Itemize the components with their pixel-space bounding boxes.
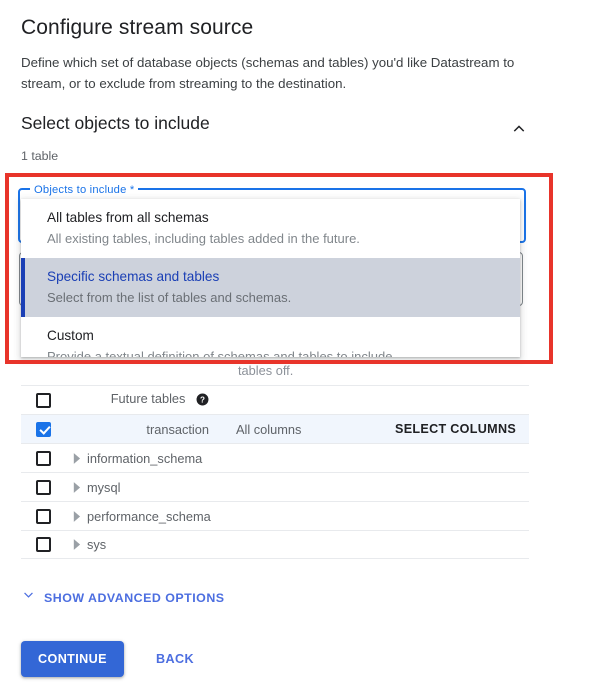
section-title: Select objects to include xyxy=(21,113,210,133)
dropdown-option-all-tables[interactable]: All tables from all schemas All existing… xyxy=(21,199,520,258)
chevron-up-icon[interactable] xyxy=(507,116,531,140)
table-row[interactable]: sys xyxy=(21,530,529,559)
checkbox-unchecked-icon xyxy=(35,392,51,408)
row-checkbox[interactable] xyxy=(21,508,65,524)
dropdown-option-custom[interactable]: Custom Provide a textual definition of s… xyxy=(21,317,520,357)
dropdown-option-label: Specific schemas and tables xyxy=(47,269,220,284)
row-checkbox[interactable] xyxy=(21,479,65,495)
dropdown-option-description: All existing tables, including tables ad… xyxy=(47,231,360,246)
row-name-label: sys xyxy=(87,537,107,552)
expand-arrow-icon[interactable] xyxy=(65,481,87,493)
row-checkbox[interactable] xyxy=(21,392,65,408)
objects-to-include-dropdown-menu[interactable]: All tables from all schemas All existing… xyxy=(21,199,520,357)
row-name-label: performance_schema xyxy=(87,508,211,524)
objects-to-include-label: Objects to include * xyxy=(30,182,139,198)
dropdown-option-description: Provide a textual definition of schemas … xyxy=(47,349,397,357)
row-name-label: mysql xyxy=(87,479,121,495)
dropdown-option-description: Select from the list of tables and schem… xyxy=(47,290,292,305)
show-advanced-options-toggle[interactable]: SHOW ADVANCED OPTIONS xyxy=(21,588,225,608)
help-icon[interactable]: ? xyxy=(196,393,209,409)
row-name-label: transaction xyxy=(146,421,209,437)
back-button[interactable]: BACK xyxy=(146,641,204,677)
row-checkbox[interactable] xyxy=(21,537,65,552)
table-row[interactable]: Future tables ? xyxy=(21,385,529,414)
configure-stream-source-page: Configure stream source Define which set… xyxy=(0,0,616,687)
row-name-label: Future tables xyxy=(110,391,186,406)
svg-text:?: ? xyxy=(200,395,205,404)
expand-arrow-icon[interactable] xyxy=(65,539,87,550)
objects-table: Future tables ? transaction All columns … xyxy=(21,385,529,559)
dropdown-option-label: Custom xyxy=(47,328,94,343)
checkbox-unchecked-icon xyxy=(35,450,51,466)
checkbox-checked-icon xyxy=(35,421,51,437)
table-row[interactable]: performance_schema xyxy=(21,501,529,530)
checkbox-unchecked-icon xyxy=(35,537,51,552)
expand-arrow-icon[interactable] xyxy=(65,452,87,464)
row-name-cell: transaction xyxy=(65,422,213,437)
table-count-label: 1 table xyxy=(21,149,59,163)
row-checkbox[interactable] xyxy=(21,421,65,437)
checkbox-unchecked-icon xyxy=(35,508,51,524)
row-columns-label: All columns xyxy=(236,421,302,437)
chevron-down-icon xyxy=(21,588,36,608)
row-name-label: information_schema xyxy=(87,450,203,466)
page-title: Configure stream source xyxy=(21,16,254,39)
row-name-cell: Future tables ? xyxy=(65,391,213,409)
table-row[interactable]: information_schema xyxy=(21,443,529,472)
select-columns-button[interactable]: SELECT COLUMNS xyxy=(395,422,516,436)
dropdown-option-label: All tables from all schemas xyxy=(47,210,209,225)
obscured-helper-text: tables off. xyxy=(238,363,294,378)
table-row[interactable]: transaction All columns SELECT COLUMNS xyxy=(21,414,529,443)
page-description: Define which set of database objects (sc… xyxy=(21,55,515,91)
continue-button[interactable]: CONTINUE xyxy=(21,641,124,677)
dropdown-option-specific-schemas[interactable]: Specific schemas and tables Select from … xyxy=(21,258,520,317)
table-row[interactable]: mysql xyxy=(21,472,529,501)
expand-arrow-icon[interactable] xyxy=(65,510,87,522)
footer-actions: CONTINUE BACK xyxy=(21,641,204,677)
row-checkbox[interactable] xyxy=(21,450,65,466)
checkbox-unchecked-icon xyxy=(35,479,51,495)
show-advanced-options-label: SHOW ADVANCED OPTIONS xyxy=(44,591,225,605)
